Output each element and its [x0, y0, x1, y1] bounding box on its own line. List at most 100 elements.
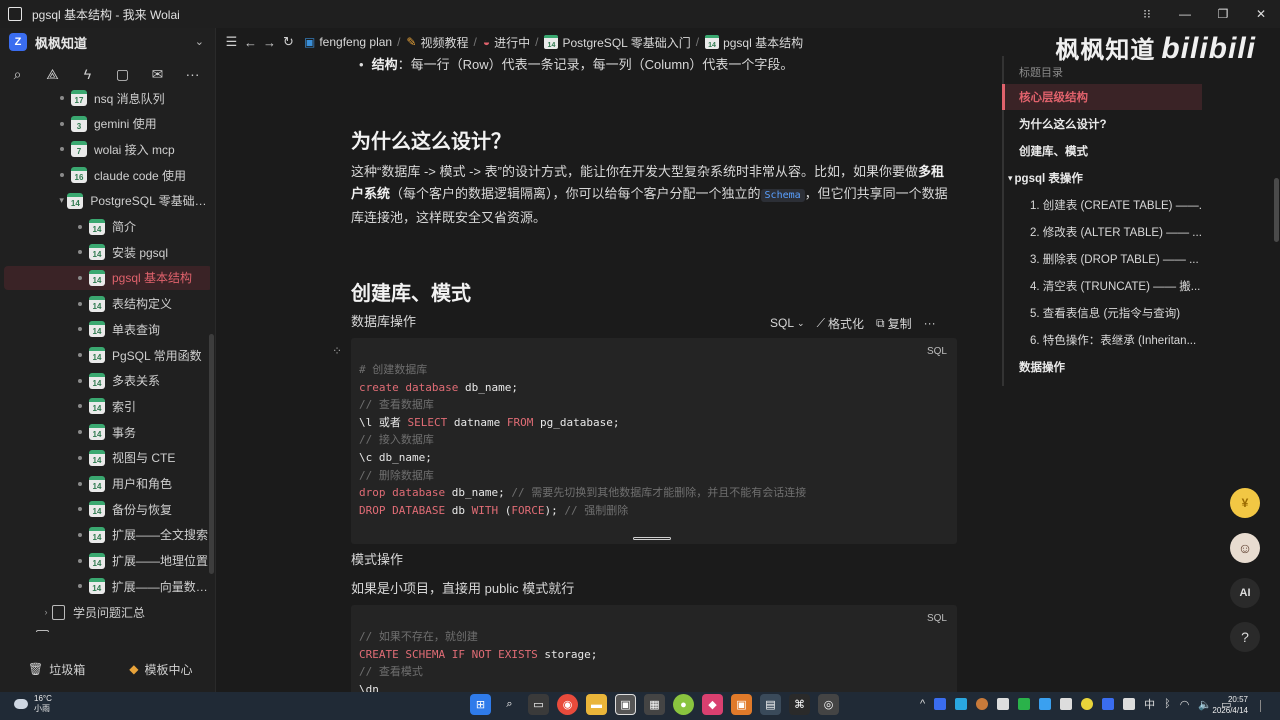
menu-icon[interactable]: ☰: [222, 34, 241, 50]
outline-item[interactable]: ▾ pgsql 表操作: [1002, 165, 1202, 191]
tray-app-icon[interactable]: [955, 698, 968, 710]
sidebar-item[interactable]: ▾ 14 PostgreSQL 零基础入...: [0, 189, 210, 213]
chrome-icon[interactable]: ◉: [557, 694, 578, 715]
outline-item[interactable]: 数据操作: [1002, 354, 1202, 380]
box-icon[interactable]: ▢: [105, 62, 140, 86]
code-scrollbar[interactable]: [633, 537, 671, 540]
outline-item[interactable]: 4. 清空表 (TRUNCATE) —— 搬...: [1002, 273, 1202, 299]
lang-select[interactable]: SQL ⌄: [770, 316, 805, 330]
format-button[interactable]: ⟋ 格式化: [817, 315, 864, 332]
outline-item[interactable]: 5. 查看表信息 (元指令与查询): [1002, 300, 1202, 326]
templates-button[interactable]: ◆ 模板中心: [129, 661, 192, 678]
tray-app-icon[interactable]: [1123, 698, 1136, 710]
sidebar-item[interactable]: 14 扩展——地理位置: [0, 549, 210, 573]
coin-icon[interactable]: ¥: [1230, 488, 1260, 518]
sidebar-item[interactable]: 14 安装 pgsql: [0, 240, 210, 264]
sidebar-scrollbar[interactable]: [209, 334, 214, 574]
code-block-database[interactable]: SQL # 创建数据库 create database db_name;// 查看…: [351, 338, 957, 544]
close-button[interactable]: ✕: [1242, 0, 1280, 28]
minimize-button[interactable]: —: [1166, 0, 1204, 28]
sidebar-item[interactable]: 3 gemini 使用: [0, 112, 210, 136]
bolt-icon[interactable]: ϟ: [70, 62, 105, 86]
outline-item[interactable]: 创建库、模式: [1002, 138, 1202, 164]
tray-app-icon[interactable]: [1081, 698, 1094, 710]
app-orange-icon[interactable]: ▣: [731, 694, 752, 715]
sidebar-item[interactable]: 7 wolai 接入 mcp: [0, 137, 210, 161]
sidebar-item[interactable]: 14 PgSQL 常用函数: [0, 343, 210, 367]
content-scrollbar[interactable]: [1274, 178, 1279, 242]
breadcrumb-item[interactable]: ◒ 进行中: [483, 34, 530, 51]
bluetooth-icon[interactable]: ᛒ: [1164, 698, 1171, 710]
drag-handle-icon[interactable]: ⁘: [332, 344, 342, 358]
search-icon[interactable]: ⌕: [499, 694, 520, 715]
search-icon[interactable]: ⌕: [0, 62, 35, 86]
sidebar-item[interactable]: 14 表结构定义: [0, 292, 210, 316]
inbox-icon[interactable]: ✉: [140, 62, 175, 86]
ai-icon[interactable]: AI: [1230, 578, 1260, 608]
go-icon[interactable]: ◎: [818, 694, 839, 715]
outline-item[interactable]: 2. 修改表 (ALTER TABLE) —— ...: [1002, 219, 1202, 245]
app-green-icon[interactable]: ●: [673, 694, 694, 715]
more-button[interactable]: ···: [924, 316, 936, 330]
sidebar-item[interactable]: csdn: [0, 626, 210, 632]
back-icon[interactable]: ←: [241, 35, 260, 50]
more-icon[interactable]: ···: [175, 62, 210, 86]
chevron-right-icon[interactable]: ›: [40, 607, 52, 617]
tray-app-icon[interactable]: [934, 698, 947, 710]
code-block-schema[interactable]: SQL // 如果不存在，就创建 CREATE SCHEMA IF NOT EXI…: [351, 605, 957, 692]
sidebar-item[interactable]: › 学员问题汇总: [0, 600, 210, 624]
workspace-header[interactable]: Z 枫枫知道 ⌄: [0, 28, 216, 56]
sidebar-item[interactable]: 14 简介: [0, 215, 210, 239]
forward-icon[interactable]: →: [260, 35, 279, 50]
sidebar-item[interactable]: 14 多表关系: [0, 369, 210, 393]
wolai-icon[interactable]: ▣: [615, 694, 636, 715]
weather-widget[interactable]: 16°C 小雨: [14, 694, 52, 714]
outline-item[interactable]: 6. 特色操作：表继承 (Inheritan...: [1002, 327, 1202, 353]
wechat-icon[interactable]: [1018, 698, 1031, 710]
copy-button[interactable]: ⧉ 复制: [876, 315, 912, 332]
sidebar-item[interactable]: 14 索引: [0, 394, 210, 418]
folder-icon[interactable]: ▬: [586, 694, 607, 715]
maximize-button[interactable]: ❐: [1204, 0, 1242, 28]
tray-app-icon[interactable]: [976, 698, 989, 710]
chevron-down-icon[interactable]: ⌄: [195, 35, 204, 48]
sidebar-item[interactable]: 14 事务: [0, 420, 210, 444]
start-icon[interactable]: ⊞: [470, 694, 491, 715]
wifi-icon[interactable]: ◠: [1180, 698, 1190, 711]
breadcrumb-item[interactable]: ▣ fengfeng plan: [304, 35, 392, 49]
sidebar-item[interactable]: 14 pgsql 基本结构: [4, 265, 210, 290]
help-icon[interactable]: ?: [1230, 622, 1260, 652]
chevron-down-icon[interactable]: ▾: [1008, 173, 1013, 184]
outline-item[interactable]: 为什么这么设计?: [1002, 111, 1202, 137]
volume-icon[interactable]: 🔈: [1198, 698, 1212, 711]
outline-item[interactable]: 核心层级结构: [1002, 84, 1202, 110]
tray-app-icon[interactable]: [997, 698, 1010, 710]
avatar-icon[interactable]: ☺: [1230, 533, 1260, 563]
clock[interactable]: 20:57 2026/4/14: [1212, 694, 1248, 716]
refresh-icon[interactable]: ↻: [279, 34, 298, 50]
sidebar-item[interactable]: 14 备份与恢复: [0, 497, 210, 521]
tray-app-icon[interactable]: [1060, 698, 1073, 710]
chevron-up-icon[interactable]: ^: [920, 698, 925, 710]
task-view-icon[interactable]: ▭: [528, 694, 549, 715]
show-desktop-button[interactable]: [1260, 700, 1270, 712]
media-icon[interactable]: ▦: [644, 694, 665, 715]
breadcrumb-item[interactable]: 14 PostgreSQL 零基础入门: [544, 34, 691, 51]
outline-item[interactable]: 3. 删除表 (DROP TABLE) —— ...: [1002, 246, 1202, 272]
sidebar-item[interactable]: 14 视图与 CTE: [0, 446, 210, 470]
sidebar-item[interactable]: 14 用户和角色: [0, 472, 210, 496]
trash-button[interactable]: 🗑 垃圾箱: [28, 661, 85, 678]
tray-app-icon[interactable]: [1102, 698, 1115, 710]
ime-indicator[interactable]: 中: [1144, 696, 1155, 712]
tray-app-icon[interactable]: [1039, 698, 1052, 710]
grid-icon[interactable]: ⁝⁝: [1128, 0, 1166, 28]
sidebar-item[interactable]: 17 nsq 消息队列: [0, 86, 210, 110]
terminal-icon[interactable]: ⌘: [789, 694, 810, 715]
sidebar-item[interactable]: 16 claude code 使用: [0, 163, 210, 187]
breadcrumb-item[interactable]: ✎ 视频教程: [406, 34, 468, 51]
outline-item[interactable]: 1. 创建表 (CREATE TABLE) ——...: [1002, 192, 1202, 218]
sidebar-item[interactable]: 14 单表查询: [0, 317, 210, 341]
sidebar-item[interactable]: 14 扩展——向量数据...: [0, 574, 210, 598]
share-icon[interactable]: ⟁: [35, 62, 70, 86]
breadcrumb-item[interactable]: 14 pgsql 基本结构: [705, 34, 803, 51]
